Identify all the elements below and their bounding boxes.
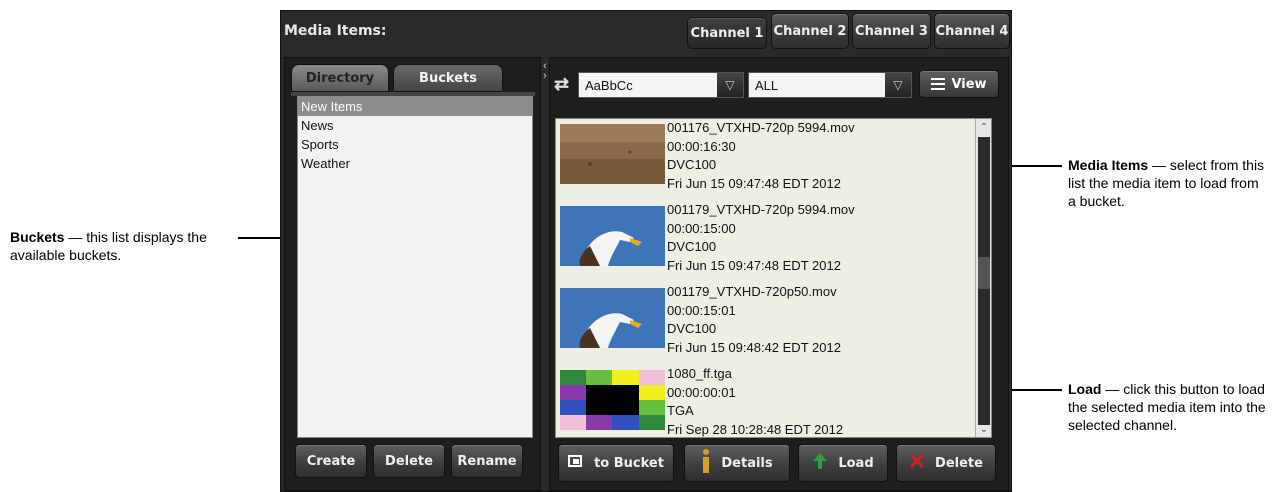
view-button-label: View [951, 76, 987, 92]
media-item[interactable]: 001179_VTXHD-720p 5994.mov 00:00:15:00 D… [556, 201, 971, 283]
buckets-callout-term: Buckets [10, 229, 65, 245]
name-filter-value: AaBbCc [585, 78, 633, 93]
media-date: Fri Jun 15 09:47:48 EDT 2012 [667, 257, 841, 273]
to-bucket-button[interactable]: to Bucket [558, 444, 674, 482]
info-icon [701, 448, 711, 478]
channel-2-tab[interactable]: Channel 2 [771, 13, 849, 49]
media-codec: DVC100 [667, 157, 717, 172]
details-label: Details [721, 455, 773, 471]
create-bucket-button[interactable]: Create [295, 444, 367, 478]
media-name: 1080_ff.tga [667, 366, 732, 381]
refresh-icon[interactable]: ⇄ [554, 74, 569, 95]
media-name: 001179_VTXHD-720p50.mov [667, 284, 837, 299]
media-items-callout-term: Media Items [1068, 157, 1149, 173]
scroll-thumb[interactable] [978, 257, 990, 289]
media-item[interactable]: 001179_VTXHD-720p50.mov 00:00:15:01 DVC1… [556, 283, 971, 365]
media-duration: 00:00:15:00 [667, 220, 736, 236]
load-callout: Load — click this button to load the sel… [1068, 380, 1273, 434]
load-label: Load [838, 455, 874, 471]
chevron-down-icon[interactable]: ▽ [885, 73, 911, 97]
to-bucket-icon [568, 453, 584, 473]
media-thumbnail [560, 124, 665, 184]
tab-directory[interactable]: Directory [291, 64, 389, 92]
bucket-item-sports[interactable]: Sports [298, 135, 532, 154]
media-name: 001176_VTXHD-720p 5994.mov [667, 120, 855, 135]
buckets-callout: Buckets — this list displays the availab… [10, 228, 210, 264]
delete-media-button[interactable]: Delete [896, 444, 996, 482]
rename-bucket-button[interactable]: Rename [451, 444, 523, 478]
media-codec: DVC100 [667, 239, 717, 254]
panel-title: Media Items: [284, 23, 387, 39]
media-item[interactable]: 001176_VTXHD-720p 5994.mov 00:00:16:30 D… [556, 119, 971, 201]
media-items-callout: Media Items — select from this list the … [1068, 156, 1268, 210]
media-codec: DVC100 [667, 321, 717, 336]
media-name: 001179_VTXHD-720p 5994.mov [667, 202, 855, 217]
view-button[interactable]: View [919, 70, 999, 98]
media-duration: 00:00:00:01 [667, 384, 736, 400]
media-date: Fri Jun 15 09:48:42 EDT 2012 [667, 339, 841, 355]
channel-3-tab[interactable]: Channel 3 [852, 13, 931, 49]
name-filter-combo[interactable]: AaBbCc ▽ [578, 72, 744, 98]
details-button[interactable]: Details [684, 444, 790, 482]
bucket-item-new-items[interactable]: New Items [298, 97, 532, 116]
media-meta: 001179_VTXHD-720p50.mov 00:00:15:01 DVC1… [667, 283, 841, 357]
media-items-panel: Media Items: Channel 1 Channel 2 Channel… [280, 10, 1012, 492]
type-filter-combo[interactable]: ALL ▽ [748, 72, 912, 98]
media-thumbnail [560, 288, 665, 348]
load-button[interactable]: Load [798, 444, 888, 482]
bucket-list[interactable]: New Items News Sports Weather [297, 96, 533, 438]
media-date: Fri Jun 15 09:47:48 EDT 2012 [667, 175, 841, 191]
to-bucket-label: to Bucket [594, 455, 664, 471]
media-meta: 001176_VTXHD-720p 5994.mov 00:00:16:30 D… [667, 119, 855, 193]
bucket-item-news[interactable]: News [298, 116, 532, 135]
media-items-list[interactable]: 001176_VTXHD-720p 5994.mov 00:00:16:30 D… [555, 118, 992, 438]
bucket-pane: Directory Buckets New Items News Sports … [284, 57, 541, 491]
tab-buckets[interactable]: Buckets [393, 64, 503, 92]
scroll-up-icon[interactable]: ⌃ [976, 121, 991, 135]
load-callout-term: Load [1068, 381, 1102, 397]
media-duration: 00:00:15:01 [667, 302, 736, 318]
media-thumbnail [560, 370, 665, 430]
scroll-down-icon[interactable]: ⌄ [976, 423, 991, 437]
media-meta: 001179_VTXHD-720p 5994.mov 00:00:15:00 D… [667, 201, 855, 275]
delete-bucket-button[interactable]: Delete [373, 444, 445, 478]
bucket-item-weather[interactable]: Weather [298, 154, 532, 173]
media-list-scrollbar[interactable]: ⌃ ⌄ [975, 119, 991, 437]
load-arrow-icon [812, 452, 828, 474]
media-pane: ⇄ AaBbCc ▽ ALL ▽ View 001176_VTXHD-720p … [549, 57, 1009, 491]
delete-media-label: Delete [935, 455, 983, 471]
media-codec: TGA [667, 403, 694, 418]
pane-collapse-handle[interactable]: ‹ › [543, 61, 547, 82]
media-date: Fri Sep 28 10:28:48 EDT 2012 [667, 421, 844, 437]
type-filter-value: ALL [755, 78, 779, 93]
media-item[interactable]: 1080_ff.tga 00:00:00:01 TGA Fri Sep 28 1… [556, 365, 971, 437]
media-meta: 1080_ff.tga 00:00:00:01 TGA Fri Sep 28 1… [667, 365, 844, 437]
channel-1-tab[interactable]: Channel 1 [687, 17, 767, 49]
media-thumbnail [560, 206, 665, 266]
delete-x-icon [909, 453, 925, 473]
chevron-down-icon[interactable]: ▽ [717, 73, 743, 97]
list-view-icon [931, 78, 946, 90]
media-duration: 00:00:16:30 [667, 138, 736, 154]
channel-4-tab[interactable]: Channel 4 [934, 13, 1010, 49]
